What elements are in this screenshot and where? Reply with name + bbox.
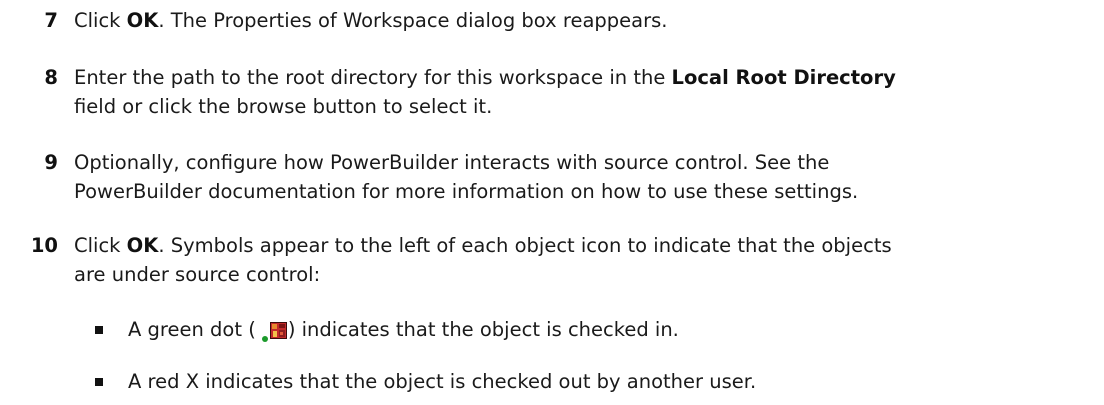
checked-in-object-icon [269,322,287,339]
step-text-line-2: PowerBuilder documentation for more info… [74,180,859,203]
ok-keyword: OK [126,9,159,32]
step-text-line-2: are under source control: [74,263,321,286]
bullet-text-pre: A green dot ( [128,318,256,341]
bullet-marker [95,326,103,334]
local-root-directory-keyword: Local Root Directory [671,66,896,89]
step-number: 9 [44,151,58,174]
step-number: 7 [44,9,58,32]
step-text: Click OK. The Properties of Workspace di… [74,4,1099,37]
bullet-text: A green dot ( ) indicates that the object… [128,313,679,346]
step-number: 10 [30,234,58,257]
bullet-text: A red X indicates that the object is che… [128,370,757,393]
step-text-pre: Click [74,234,127,257]
step-text-pre: Click [74,9,127,32]
green-dot-icon [261,336,268,342]
step-text-post: . The Properties of Workspace dialog box… [158,9,668,32]
step-number: 8 [44,66,58,89]
ok-keyword: OK [126,234,159,257]
step-text-pre: Enter the path to the root directory for… [74,66,672,89]
bullet-text-post: ) indicates that the object is checked i… [287,318,679,341]
bullet-marker [95,378,103,386]
step-text-line-2: field or click the browse button to sele… [74,95,493,118]
step-text-post: . Symbols appear to the left of each obj… [158,234,892,257]
